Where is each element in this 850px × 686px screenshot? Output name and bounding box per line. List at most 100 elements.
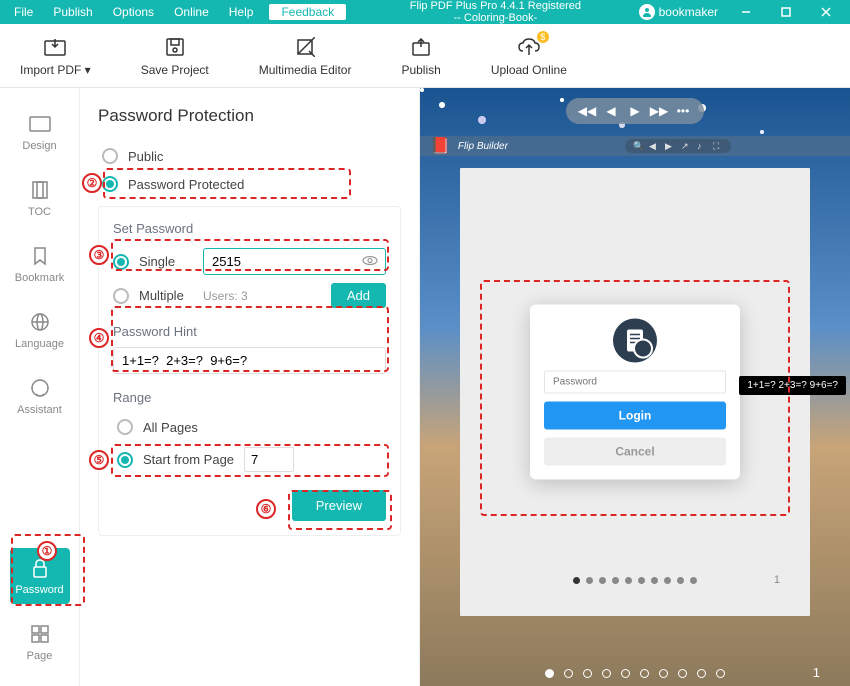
titlebar: File Publish Options Online Help Feedbac… (0, 0, 850, 24)
first-page-icon[interactable]: ◀◀ (578, 103, 596, 119)
password-panel: Password Protection Public Password Prot… (80, 88, 420, 686)
design-icon (28, 112, 52, 136)
preview-nav-controls: ◀◀ ◀ ▶ ▶▶ ••• (566, 98, 704, 124)
upload-label: Upload Online (491, 63, 567, 77)
nav-icon[interactable]: ◀ (649, 141, 659, 151)
radio-icon (113, 254, 129, 270)
single-password-input[interactable] (203, 248, 386, 275)
window-title: Flip PDF Plus Pro 4.4.1 Registered -- Co… (352, 0, 638, 24)
hint-input[interactable] (113, 347, 386, 374)
nav-icon[interactable]: ▶ (665, 141, 675, 151)
range-label: Range (113, 390, 386, 405)
save-icon (163, 35, 187, 59)
start-page-input[interactable] (244, 447, 294, 472)
callout-4: ④ (89, 328, 109, 348)
multimedia-editor-button[interactable]: Multimedia Editor (249, 31, 362, 81)
add-button[interactable]: Add (331, 283, 386, 308)
prev-page-icon[interactable]: ◀ (602, 103, 620, 119)
preview-area: ◀◀ ◀ ▶ ▶▶ ••• 📕 Flip Builder 🔍 ◀ ▶ ↗ ♪ ⛶ (420, 88, 850, 686)
sidebar-item-toc[interactable]: TOC (10, 170, 70, 226)
more-icon[interactable]: ••• (674, 103, 692, 119)
radio-icon (102, 148, 118, 164)
radio-icon (113, 288, 129, 304)
upload-online-button[interactable]: Upload Online (481, 31, 577, 81)
sidebar-item-design[interactable]: Design (10, 104, 70, 160)
upload-icon (517, 35, 541, 59)
panel-title: Password Protection (98, 106, 401, 126)
radio-icon (117, 452, 133, 468)
set-password-label: Set Password (113, 221, 386, 236)
bottom-dots (545, 669, 725, 678)
users-count: Users: 3 (203, 289, 321, 303)
import-label: Import PDF ▾ (20, 63, 91, 77)
preview-mini-toolbar: 🔍 ◀ ▶ ↗ ♪ ⛶ (625, 139, 731, 153)
flip-logo-icon: 📕 (430, 136, 450, 156)
callout-1: ① (37, 541, 57, 561)
preview-button[interactable]: Preview (292, 490, 386, 521)
user-icon (639, 4, 655, 20)
toc-icon (28, 178, 52, 202)
next-page-icon[interactable]: ▶ (626, 103, 644, 119)
share-icon[interactable]: ↗ (681, 141, 691, 151)
menu-help[interactable]: Help (219, 5, 264, 19)
callout-2: ② (82, 173, 102, 193)
radio-icon (102, 176, 118, 192)
sidebar-item-assistant[interactable]: Assistant (10, 368, 70, 424)
search-icon[interactable]: 🔍 (633, 141, 643, 151)
fullscreen-icon[interactable]: ⛶ (713, 141, 723, 151)
bookmark-icon (28, 244, 52, 268)
save-label: Save Project (141, 63, 209, 77)
menu-publish[interactable]: Publish (43, 5, 102, 19)
flip-logo-text: Flip Builder (458, 141, 508, 152)
preview-header: 📕 Flip Builder 🔍 ◀ ▶ ↗ ♪ ⛶ (420, 136, 850, 156)
publish-button[interactable]: Publish (391, 31, 450, 81)
callout-3: ③ (89, 245, 109, 265)
hint-label: Password Hint (113, 324, 386, 339)
import-pdf-button[interactable]: Import PDF ▾ (10, 31, 101, 81)
sidebar-item-bookmark[interactable]: Bookmark (10, 236, 70, 292)
user-name: bookmaker (659, 5, 718, 19)
multimedia-label: Multimedia Editor (259, 63, 352, 77)
callout-5: ⑤ (89, 450, 109, 470)
eye-icon[interactable] (362, 254, 378, 269)
publish-icon (409, 35, 433, 59)
radio-protected[interactable]: Password Protected (98, 170, 401, 198)
publish-label: Publish (401, 63, 440, 77)
radio-start-from[interactable]: Start from Page (113, 441, 386, 478)
import-icon (43, 35, 67, 59)
radio-single[interactable]: Single (113, 244, 386, 279)
main-toolbar: Import PDF ▾ Save Project Multimedia Edi… (0, 24, 850, 88)
save-project-button[interactable]: Save Project (131, 31, 219, 81)
login-dialog: Login Cancel (530, 305, 740, 480)
menu-online[interactable]: Online (164, 5, 219, 19)
maximize-button[interactable] (766, 0, 806, 24)
page-icon (28, 622, 52, 646)
sidebar-item-language[interactable]: Language (10, 302, 70, 358)
radio-icon (117, 419, 133, 435)
radio-all-pages[interactable]: All Pages (113, 413, 386, 441)
radio-public[interactable]: Public (98, 142, 401, 170)
assistant-icon (28, 376, 52, 400)
page-number: 1 (774, 574, 780, 586)
multimedia-icon (293, 35, 317, 59)
login-button[interactable]: Login (544, 402, 726, 430)
radio-multiple[interactable]: Multiple Users: 3 Add (113, 279, 386, 312)
bottom-page-number: 1 (813, 665, 820, 680)
last-page-icon[interactable]: ▶▶ (650, 103, 668, 119)
page-dots (573, 577, 697, 584)
menu-options[interactable]: Options (103, 5, 164, 19)
sound-icon[interactable]: ♪ (697, 141, 707, 151)
sidebar-item-page[interactable]: Page (10, 614, 70, 670)
document-lock-icon (613, 319, 657, 363)
close-button[interactable] (806, 0, 846, 24)
menu-file[interactable]: File (4, 5, 43, 19)
callout-6: ⑥ (256, 499, 276, 519)
left-sidebar: Design TOC Bookmark Language Assistant P… (0, 88, 80, 686)
globe-icon (28, 310, 52, 334)
feedback-button[interactable]: Feedback (269, 4, 346, 20)
minimize-button[interactable] (726, 0, 766, 24)
user-badge[interactable]: bookmaker (639, 4, 718, 20)
hint-tooltip: 1+1=? 2+3=? 9+6=? (739, 376, 846, 395)
cancel-button[interactable]: Cancel (544, 438, 726, 466)
login-password-input[interactable] (544, 371, 726, 394)
